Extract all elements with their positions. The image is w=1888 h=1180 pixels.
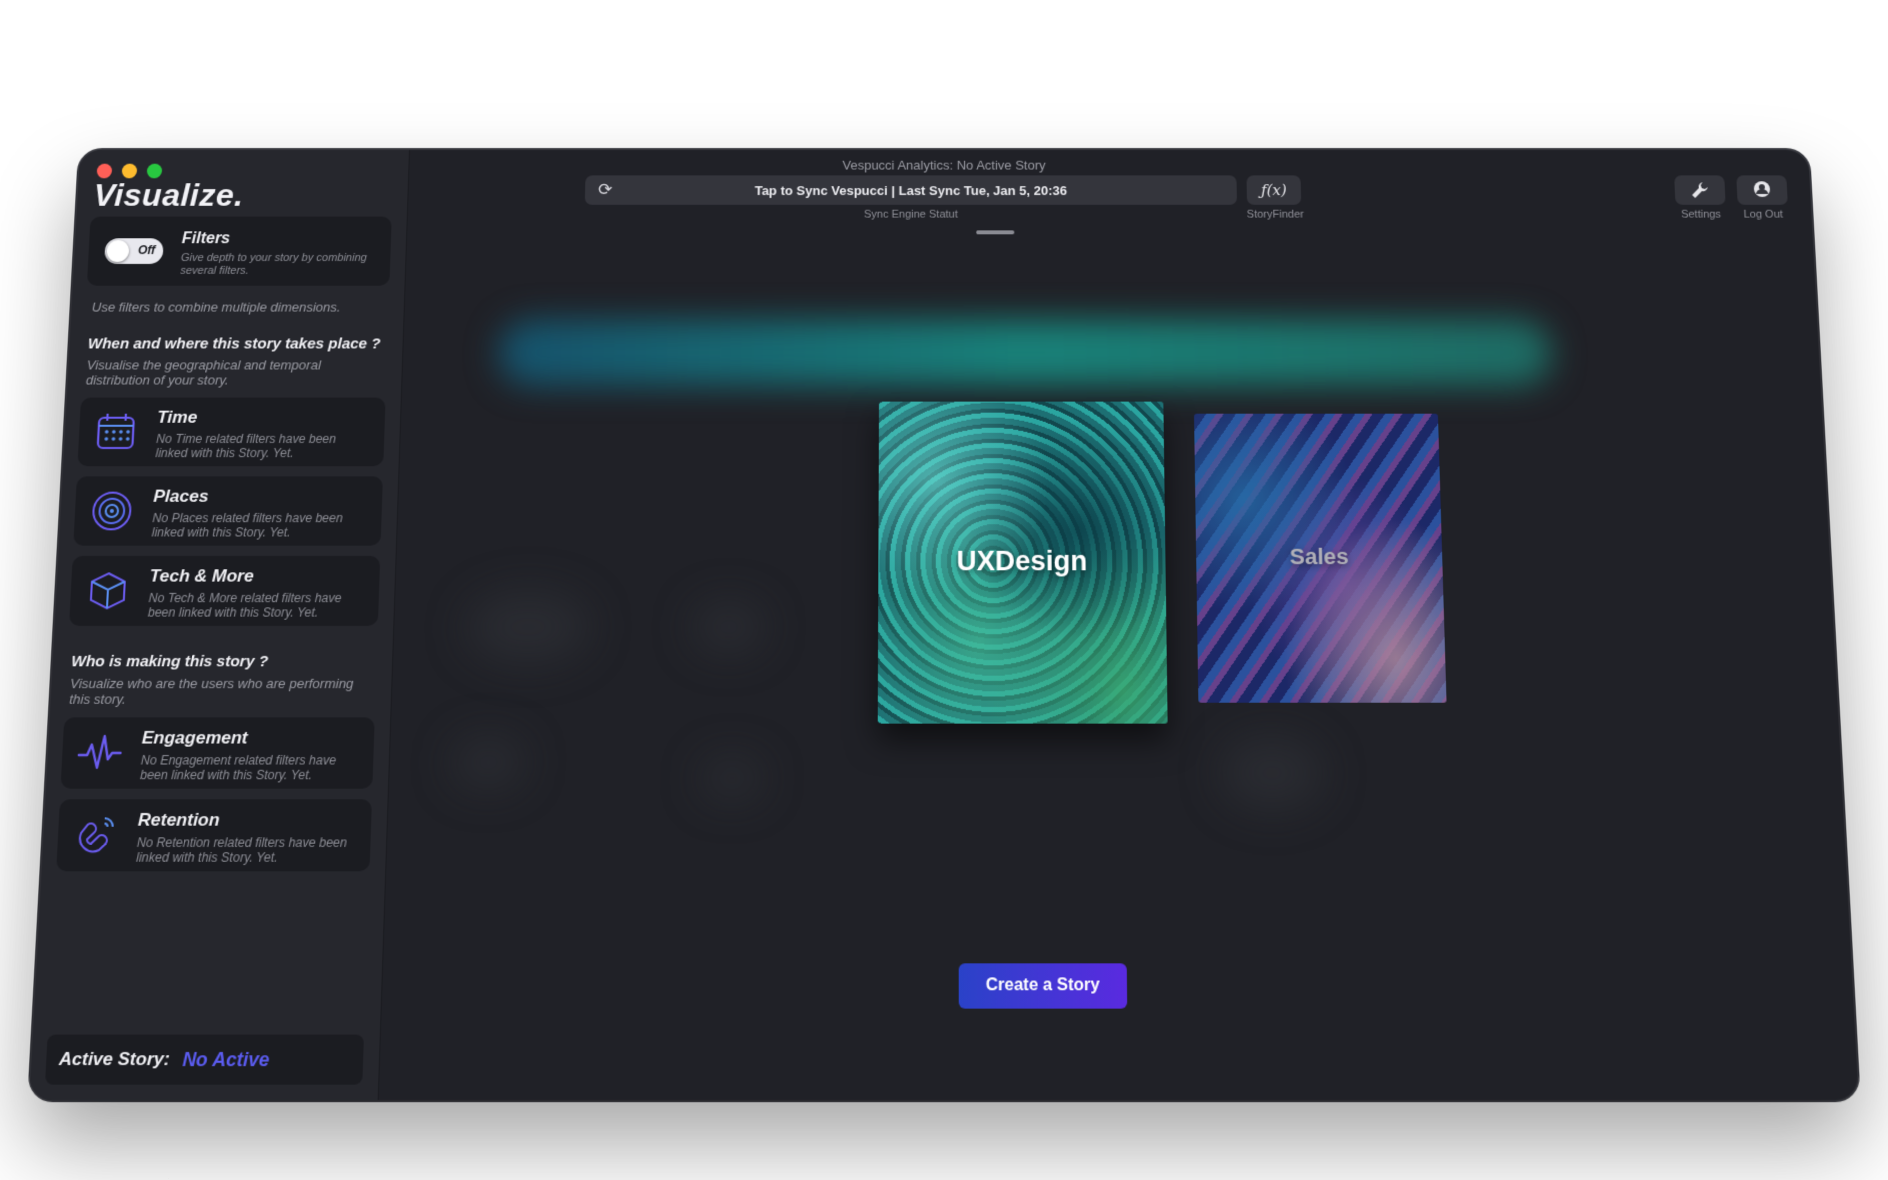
section-title-who: Who is making this story ? [70, 652, 269, 671]
filters-title: Filters [181, 230, 231, 248]
section-description-who: Visualize who are the users who are perf… [68, 675, 354, 707]
story-card-title: UXDesign [956, 545, 1088, 576]
toggle-label: Off [137, 243, 156, 258]
create-story-button[interactable]: Create a Story [958, 963, 1128, 1009]
category-title-retention: Retention [137, 809, 221, 830]
category-card-engagement[interactable]: Engagement No Engagement related filters… [60, 717, 375, 789]
category-title-tech: Tech & More [149, 566, 255, 586]
category-title-places: Places [153, 486, 209, 506]
category-card-time[interactable]: Time No Time related filters have been l… [77, 397, 386, 467]
filters-description: Give depth to your story by combining se… [180, 252, 368, 277]
category-description-engagement: No Engagement related filters have been … [139, 752, 337, 783]
calendar-icon [92, 410, 139, 454]
magnet-icon [71, 812, 119, 859]
sidebar: Visualize. Off Filters Give depth to you… [29, 150, 411, 1100]
filters-card: Off Filters Give depth to your story by … [86, 216, 392, 286]
category-card-places[interactable]: Places No Places related filters have be… [73, 476, 383, 546]
blurred-shape [692, 601, 766, 653]
brand-title: Visualize. [92, 177, 245, 213]
blurred-shape [465, 590, 591, 664]
story-card-uxdesign[interactable]: UXDesign [877, 401, 1168, 724]
blurred-shape [451, 736, 526, 789]
app-window: Visualize. Off Filters Give depth to you… [29, 150, 1859, 1100]
filters-hint: Use filters to combine multiple dimensio… [91, 299, 341, 315]
target-icon [88, 489, 135, 534]
category-title-time: Time [156, 407, 198, 427]
category-description-places: No Places related filters have been link… [151, 510, 344, 540]
category-description-time: No Time related filters have been linked… [155, 431, 337, 461]
story-card-sales[interactable]: Sales [1194, 413, 1447, 703]
stage: Visualize. Off Filters Give depth to you… [0, 0, 1888, 1180]
category-description-tech: No Tech & More related filters have been… [147, 590, 342, 620]
section-description-where: Visualise the geographical and temporal … [85, 357, 322, 388]
glow-bar [497, 319, 1553, 386]
story-card-title: Sales [1289, 543, 1349, 570]
category-card-retention[interactable]: Retention No Retention related filters h… [56, 799, 372, 872]
pulse-icon [76, 730, 124, 776]
active-story-label: Active Story: [58, 1048, 171, 1070]
category-card-tech[interactable]: Tech & More No Tech & More related filte… [69, 555, 381, 626]
category-description-retention: No Retention related filters have been l… [135, 835, 348, 865]
active-story-bar: Active Story: No Active [44, 1034, 364, 1085]
blurred-shape [700, 757, 764, 800]
toggle-knob [106, 240, 130, 262]
blurred-shape [1219, 736, 1325, 810]
active-story-value[interactable]: No Active [182, 1048, 270, 1071]
section-title-where: When and where this story takes place ? [87, 335, 381, 353]
category-title-engagement: Engagement [141, 727, 249, 748]
sheet-grabber[interactable] [976, 230, 1015, 235]
main-content: UXDesign Sales Create a Story [379, 150, 1859, 1100]
filters-toggle[interactable]: Off [104, 238, 164, 264]
cube-icon [84, 568, 131, 613]
